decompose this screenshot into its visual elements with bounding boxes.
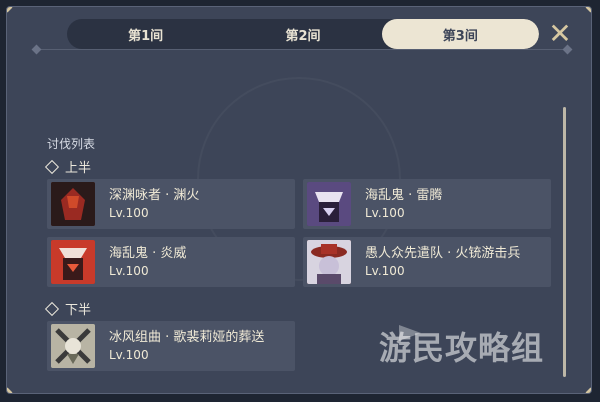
enemy-name: 海乱鬼 · 雷腾	[365, 188, 443, 203]
enemy-level: Lv.100	[109, 264, 149, 278]
section-lower-half: 下半	[44, 299, 92, 318]
enemy-card[interactable]: 海乱鬼 · 雷腾 Lv.100	[303, 179, 551, 229]
enemy-list-title: 讨伐列表	[47, 137, 96, 151]
diamond-icon	[44, 159, 60, 174]
abyss-lector-fathomless-flames-icon	[51, 182, 95, 226]
scrollbar[interactable]	[563, 107, 566, 377]
fatui-pyro-agent-icon	[307, 240, 351, 284]
enemy-level: Lv.100	[365, 206, 405, 220]
watermark-text: 游民攻略组	[379, 329, 545, 367]
kairagi-fiery-might-icon	[51, 240, 95, 284]
enemy-level: Lv.100	[365, 264, 405, 278]
enemy-card[interactable]: 海乱鬼 · 炎威 Lv.100	[47, 237, 295, 287]
enemy-level: Lv.100	[109, 206, 149, 220]
enemy-card[interactable]: 深渊咏者 · 渊火 Lv.100	[47, 179, 295, 229]
enemy-level: Lv.100	[109, 348, 149, 362]
enemy-card[interactable]: 愚人众先遣队 · 火铳游击兵 Lv.100	[303, 237, 551, 287]
icewind-suite-coppelia-icon	[51, 324, 95, 368]
diamond-icon	[44, 301, 60, 316]
tab-chamber-3[interactable]: 第3间	[381, 19, 539, 49]
enemy-name: 冰风组曲 · 歌裴莉娅的葬送	[109, 330, 265, 345]
enemy-name: 海乱鬼 · 炎威	[109, 246, 187, 261]
corner-ornament	[7, 7, 13, 13]
close-icon[interactable]: ✕	[547, 20, 573, 48]
tab-chamber-1[interactable]: 第1间	[67, 19, 224, 49]
section-upper-half: 上半	[44, 157, 92, 176]
kairagi-thunderbolt-icon	[307, 182, 351, 226]
section-label: 上半	[65, 161, 92, 176]
floor-panel: 第1间 第2间 第3间 ✕ 讨伐列表 上半 深渊咏者 · 渊火 Lv.100 海…	[6, 6, 592, 394]
corner-ornament	[7, 387, 13, 393]
enemy-name: 愚人众先遣队 · 火铳游击兵	[365, 246, 521, 261]
header-divider	[37, 49, 567, 50]
corner-ornament	[585, 387, 591, 393]
enemy-name: 深渊咏者 · 渊火	[109, 188, 200, 203]
chamber-tabs: 第1间 第2间 第3间	[67, 19, 539, 49]
tab-chamber-2[interactable]: 第2间	[224, 19, 381, 49]
section-label: 下半	[65, 303, 92, 318]
corner-ornament	[585, 7, 591, 13]
enemy-card[interactable]: 冰风组曲 · 歌裴莉娅的葬送 Lv.100	[47, 321, 295, 371]
